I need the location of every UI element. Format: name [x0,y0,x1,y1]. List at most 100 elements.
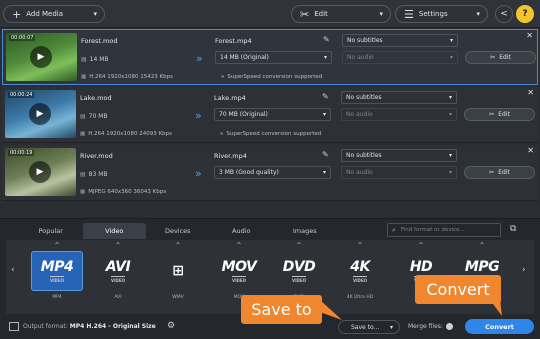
video-thumbnail[interactable]: 00:00:07 ▶ [6,33,77,81]
edit-menu-button[interactable]: ✂ Edit ▾ [291,5,391,23]
chevron-down-icon: ▾ [448,152,452,159]
scroll-left-icon[interactable]: ‹ [11,265,15,275]
chevron-up-icon: ^ [418,242,424,249]
merge-files-label: Merge files: [408,323,443,330]
speed-icon: » [221,74,225,80]
chevron-up-icon: ^ [357,242,363,249]
play-icon[interactable]: ▶ [30,46,52,68]
output-size-value: 3 MB (Good quality) [219,169,279,176]
format-logo: AVI VIDEO [92,251,144,291]
file-row[interactable]: 00:00:24 ▶ Lake.mod ▤ 70 MB ▦ H.264 1920x1… [2,87,538,143]
add-media-button[interactable]: + Add Media ▾ [3,5,105,23]
chevron-down-icon: ▾ [448,111,452,118]
convert-callout: Convert [415,275,501,304]
convert-callout-text: Convert [426,280,490,299]
top-toolbar: + Add Media ▾ ✂ Edit ▾ ☰ Settings ▾ < ? [0,0,540,28]
tab-video[interactable]: Video [82,223,146,239]
edit-file-button[interactable]: ✂ Edit [464,108,535,121]
format-logo: MP4 VIDEO [31,251,83,291]
format-logo: ⊞ [152,251,204,291]
format-logo-sub: VIDEO [291,276,307,283]
tab-devices[interactable]: Devices [146,223,210,239]
source-file-size: ▤ 70 MB [80,113,108,120]
audio-dropdown[interactable]: No audio ▾ [341,166,457,179]
chevron-up-icon: ^ [54,242,60,249]
output-format: Output format: MP4 H.264 - Original Size [23,323,156,330]
subtitles-dropdown[interactable]: No subtitles ▾ [341,91,457,104]
film-icon [9,322,19,331]
save-to-button[interactable]: Save to... ▾ [338,320,400,334]
convert-arrow-icon: » [195,167,202,180]
output-settings-gear-icon[interactable]: ⚙ [167,321,175,331]
convert-button[interactable]: Convert [465,319,534,334]
rename-pencil-icon[interactable]: ✎ [322,150,329,159]
format-tile-avi[interactable]: ^ AVI VIDEO AVI [92,243,144,305]
add-media-label: Add Media [26,10,64,18]
rename-pencil-icon[interactable]: ✎ [322,92,329,101]
tools-icon: ✂ [489,111,495,118]
output-format-value: MP4 H.264 - Original Size [69,323,156,330]
play-icon[interactable]: ▶ [29,103,51,125]
format-logo-text: AVI [105,259,131,275]
share-icon: < [500,9,508,19]
chevron-down-icon: ▾ [93,10,97,18]
play-icon[interactable]: ▶ [29,161,51,183]
tab-images[interactable]: Images [273,223,337,239]
audio-value: No audio [347,54,374,61]
output-size-dropdown[interactable]: 14 MB (Original) ▾ [215,51,332,64]
file-row[interactable]: 00:00:07 ▶ Forest.mod ▤ 14 MB ▦ H.264 1920… [2,29,538,85]
output-size-dropdown[interactable]: 3 MB (Good quality) ▾ [214,166,331,179]
question-icon: ? [522,9,528,19]
format-tile-4k-ultra-hd[interactable]: ^ 4K VIDEO 4K Ultra HD [334,243,386,305]
output-size-dropdown[interactable]: 70 MB (Original) ▾ [214,108,331,121]
source-codec-info: ▦ H.264 1920x1080 24093 Kbps [80,131,172,137]
remove-file-icon[interactable]: ✕ [526,31,533,40]
help-button[interactable]: ? [516,5,534,23]
format-tile-mp4[interactable]: ^ MP4 VIDEO MP4 [31,243,83,305]
settings-button[interactable]: ☰ Settings ▾ [395,5,488,23]
superspeed-text: SuperSpeed conversion supported [227,74,323,80]
subtitles-dropdown[interactable]: No subtitles ▾ [342,34,458,47]
file-icon: ▤ [81,56,87,63]
format-tabs: Popular Video Devices Audio Images [19,223,337,239]
film-icon: ▦ [80,131,86,137]
audio-value: No audio [346,111,373,118]
source-file-name: Lake.mod [80,94,112,102]
source-file-size: ▤ 14 MB [81,56,109,63]
tools-icon: ✂ [490,54,496,61]
format-logo-text: 4K [350,259,370,275]
video-thumbnail[interactable]: 00:00:19 ▶ [5,148,76,196]
tab-popular[interactable]: Popular [19,223,83,239]
format-settings-icon[interactable]: ⧉ [510,224,516,234]
format-tile-wmv[interactable]: ^ ⊞ WMV [152,243,204,305]
edit-file-button[interactable]: ✂ Edit [464,166,535,179]
format-logo-text: DVD [282,259,316,275]
source-file-size-value: 14 MB [89,56,109,63]
subtitles-dropdown[interactable]: No subtitles ▾ [341,149,457,162]
chevron-up-icon: ^ [236,242,242,249]
remove-file-icon[interactable]: ✕ [527,146,534,155]
save-to-callout-text: Save to [251,300,312,319]
film-icon: ▦ [80,189,86,195]
merge-files-toggle[interactable] [446,323,453,330]
file-row[interactable]: 00:00:19 ▶ River.mod ▤ 83 MB ▦ MJPEG 640x3… [2,145,538,201]
chevron-down-icon: ▾ [449,37,453,44]
audio-dropdown[interactable]: No audio ▾ [342,51,458,64]
output-file-name: Lake.mp4 [214,94,246,102]
source-file-name: River.mod [80,152,113,160]
audio-dropdown[interactable]: No audio ▾ [341,108,457,121]
format-search-input[interactable]: ⌕ Find format or device... [387,223,501,237]
tab-audio[interactable]: Audio [210,223,274,239]
edit-menu-label: Edit [314,10,328,18]
output-size-value: 70 MB (Original) [219,111,268,118]
scroll-right-icon[interactable]: › [522,265,526,275]
chevron-down-icon: ▾ [449,54,453,61]
remove-file-icon[interactable]: ✕ [527,88,534,97]
duration: 00:00:24 [8,92,35,98]
share-button[interactable]: < [495,5,513,23]
video-thumbnail[interactable]: 00:00:24 ▶ [5,90,76,138]
rename-pencil-icon[interactable]: ✎ [323,35,330,44]
superspeed-note: » SuperSpeed conversion supported [221,74,322,80]
edit-file-label: Edit [498,111,510,118]
edit-file-button[interactable]: ✂ Edit [465,51,536,64]
